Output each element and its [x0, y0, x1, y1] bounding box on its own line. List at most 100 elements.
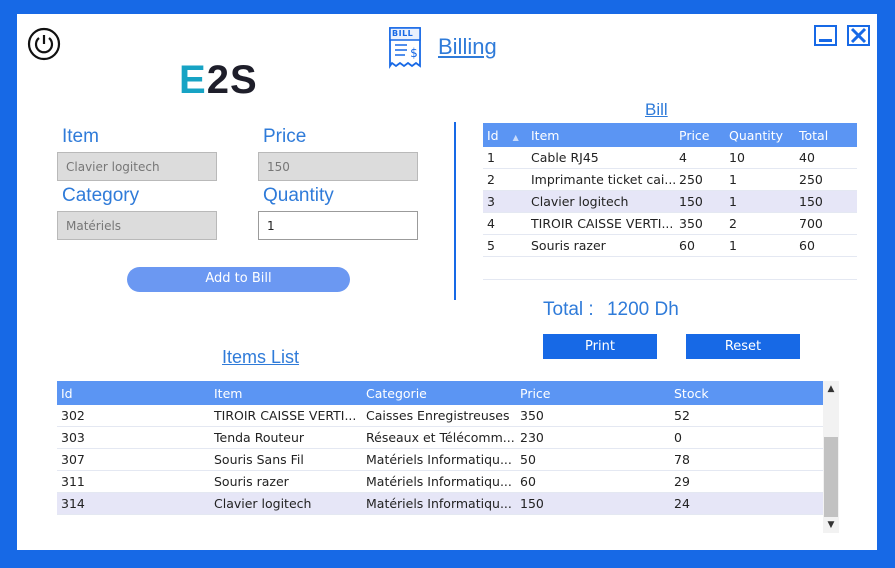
bill-cell: 2: [725, 212, 795, 235]
print-button[interactable]: Print: [543, 334, 657, 359]
close-button[interactable]: [847, 25, 870, 46]
bill-table: Id ▲ Item Price Quantity Total 1 Cable R…: [483, 123, 857, 257]
logo-letter-2: 2: [206, 58, 230, 102]
items-cell: Caisses Enregistreuses: [362, 405, 516, 427]
bill-icon: $ BILL: [387, 26, 427, 70]
bill-cell: TIROIR CAISSE VERTI...: [527, 212, 675, 235]
item-field[interactable]: Clavier logitech: [57, 152, 217, 181]
items-cell: Matériels Informatiqu...: [362, 492, 516, 515]
reset-button[interactable]: Reset: [686, 334, 800, 359]
bill-col-quantity[interactable]: Quantity: [725, 123, 795, 147]
items-col-price[interactable]: Price: [516, 381, 670, 405]
items-col-category[interactable]: Categorie: [362, 381, 516, 405]
items-row[interactable]: 303 Tenda Routeur Réseaux et Télécomm...…: [57, 426, 823, 449]
items-cell: 150: [516, 492, 670, 515]
items-cell: TIROIR CAISSE VERTI...: [210, 405, 362, 427]
bill-cell: 5: [483, 234, 527, 257]
items-scrollbar[interactable]: ▲ ▼: [823, 381, 839, 533]
quantity-label: Quantity: [263, 185, 334, 206]
e2s-logo: E2S: [179, 58, 258, 102]
svg-text:$: $: [410, 46, 418, 60]
bill-cell: Clavier logitech: [527, 190, 675, 213]
power-button[interactable]: [27, 27, 61, 61]
total-label: Total :: [543, 299, 594, 320]
chevron-down-icon[interactable]: ▼: [823, 517, 839, 533]
quantity-field[interactable]: 1: [258, 211, 418, 240]
sort-asc-icon: ▲: [512, 132, 519, 142]
items-row-selected[interactable]: 314 Clavier logitech Matériels Informati…: [57, 492, 823, 515]
items-row[interactable]: 311 Souris razer Matériels Informatiqu..…: [57, 470, 823, 493]
items-row[interactable]: 307 Souris Sans Fil Matériels Informatiq…: [57, 448, 823, 471]
bill-cell: 1: [483, 147, 527, 169]
item-label: Item: [62, 126, 99, 147]
items-table-header: Id Item Categorie Price Stock: [57, 381, 823, 405]
items-cell: 50: [516, 448, 670, 471]
bill-row-selected[interactable]: 3 Clavier logitech 150 1 150: [483, 190, 857, 213]
bill-col-item[interactable]: Item: [527, 123, 675, 147]
bill-icon-text: BILL: [392, 29, 414, 38]
logo-letter-s: S: [229, 58, 258, 102]
items-table: Id Item Categorie Price Stock 302 TIROIR…: [57, 381, 823, 515]
bill-col-id-label: Id: [487, 127, 499, 143]
bill-cell: 350: [675, 212, 725, 235]
bill-row[interactable]: 4 TIROIR CAISSE VERTI... 350 2 700: [483, 212, 857, 235]
price-field[interactable]: 150: [258, 152, 418, 181]
bill-col-id[interactable]: Id ▲: [483, 123, 527, 147]
logo-letter-e: E: [179, 58, 207, 102]
items-cell: Clavier logitech: [210, 492, 362, 515]
bill-col-total[interactable]: Total: [795, 123, 857, 147]
bill-title: Bill: [645, 100, 668, 119]
items-cell: 52: [670, 405, 823, 427]
items-cell: 0: [670, 426, 823, 449]
items-cell: Matériels Informatiqu...: [362, 470, 516, 493]
items-col-stock[interactable]: Stock: [670, 381, 823, 405]
bill-cell: 3: [483, 190, 527, 213]
scrollbar-thumb[interactable]: [824, 437, 838, 517]
add-to-bill-button[interactable]: Add to Bill: [127, 267, 350, 292]
items-cell: Souris Sans Fil: [210, 448, 362, 471]
bill-row[interactable]: 2 Imprimante ticket cai... 250 1 250: [483, 168, 857, 191]
bill-cell: 700: [795, 212, 857, 235]
items-cell: 314: [57, 492, 210, 515]
bill-cell: 250: [675, 168, 725, 191]
bill-col-price[interactable]: Price: [675, 123, 725, 147]
items-cell: 303: [57, 426, 210, 449]
bill-table-header: Id ▲ Item Price Quantity Total: [483, 123, 857, 147]
items-cell: 350: [516, 405, 670, 427]
items-cell: 29: [670, 470, 823, 493]
items-cell: Réseaux et Télécomm...: [362, 426, 516, 449]
bill-total: Total : 1200 Dh: [543, 299, 679, 321]
bill-cell: 1: [725, 234, 795, 257]
bill-row[interactable]: 1 Cable RJ45 4 10 40: [483, 147, 857, 169]
items-cell: Tenda Routeur: [210, 426, 362, 449]
total-value: 1200 Dh: [606, 299, 679, 320]
items-table-container: Id Item Categorie Price Stock 302 TIROIR…: [57, 381, 823, 533]
items-cell: 78: [670, 448, 823, 471]
category-field[interactable]: Matériels: [57, 211, 217, 240]
vertical-divider: [454, 122, 456, 300]
items-cell: 60: [516, 470, 670, 493]
items-col-item[interactable]: Item: [210, 381, 362, 405]
bill-cell: 60: [795, 234, 857, 257]
page-title: Billing: [438, 34, 497, 59]
bill-cell: Imprimante ticket cai...: [527, 168, 675, 191]
bill-cell: 4: [675, 147, 725, 169]
bill-cell: 1: [725, 190, 795, 213]
bill-cell: 150: [795, 190, 857, 213]
items-cell: 311: [57, 470, 210, 493]
minimize-button[interactable]: [814, 25, 837, 46]
chevron-up-icon[interactable]: ▲: [823, 381, 839, 397]
power-icon: [27, 27, 61, 61]
bill-cell: 250: [795, 168, 857, 191]
bill-cell: 1: [725, 168, 795, 191]
items-list-title: Items List: [222, 347, 300, 367]
items-cell: 230: [516, 426, 670, 449]
bill-cell: 4: [483, 212, 527, 235]
billing-window: E2S $ BILL Billing Item Clavier logitech…: [17, 14, 877, 550]
items-cell: 24: [670, 492, 823, 515]
category-label: Category: [62, 185, 140, 206]
items-col-id[interactable]: Id: [57, 381, 210, 405]
bill-row[interactable]: 5 Souris razer 60 1 60: [483, 234, 857, 257]
bill-cell: 2: [483, 168, 527, 191]
items-row[interactable]: 302 TIROIR CAISSE VERTI... Caisses Enreg…: [57, 405, 823, 427]
